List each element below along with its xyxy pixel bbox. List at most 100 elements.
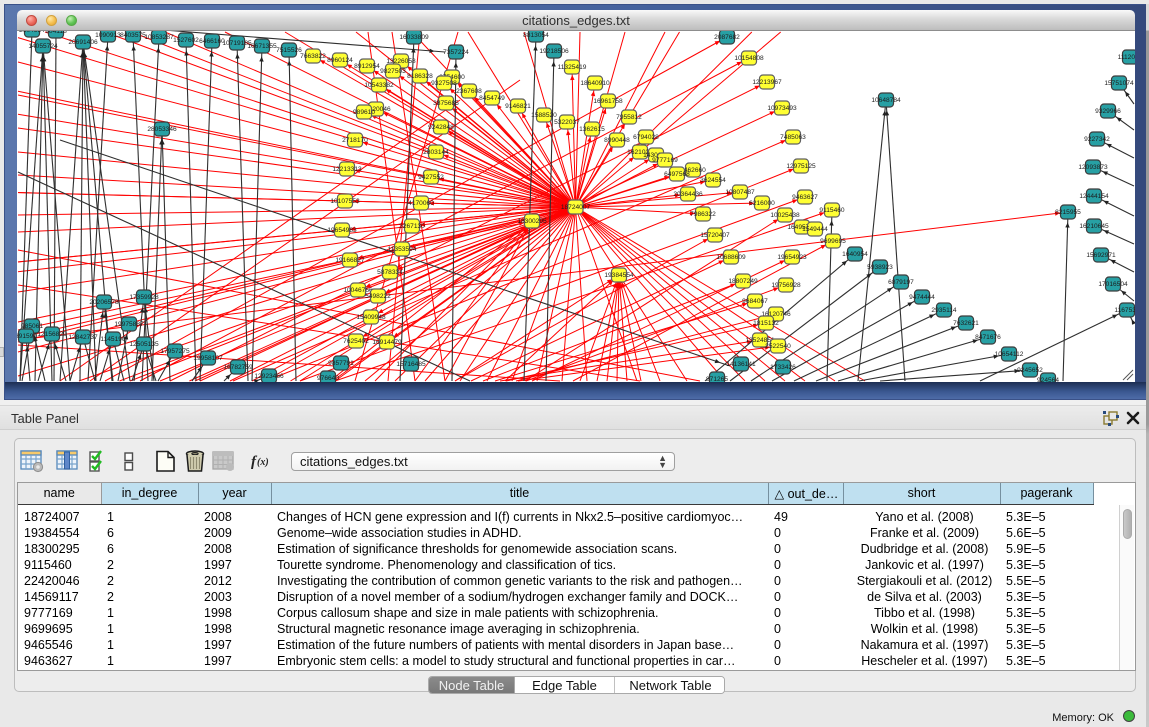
svg-text:9684067: 9684067: [742, 298, 768, 305]
svg-text:8813054: 8813054: [523, 32, 549, 39]
svg-text:7485063: 7485063: [780, 134, 806, 141]
svg-text:15720407: 15720407: [700, 232, 730, 239]
svg-text:7955812: 7955812: [616, 114, 642, 121]
svg-text:20206578: 20206578: [89, 299, 119, 306]
svg-text:9463627: 9463627: [792, 194, 818, 201]
svg-text:2367608: 2367608: [456, 88, 482, 95]
svg-text:16914479: 16914479: [372, 339, 402, 346]
svg-text:2718170: 2718170: [342, 137, 368, 144]
svg-text:18300295: 18300295: [517, 218, 547, 225]
svg-text:2087682: 2087682: [714, 34, 740, 41]
svg-text:19218506: 19218506: [539, 48, 569, 55]
svg-text:9427552: 9427552: [418, 174, 444, 181]
svg-text:15751074: 15751074: [1104, 80, 1134, 87]
svg-text:1640954: 1640954: [842, 251, 868, 258]
svg-text:9227342: 9227342: [1084, 136, 1110, 143]
svg-text:7632621: 7632621: [953, 320, 979, 327]
svg-text:9777169: 9777169: [652, 157, 678, 164]
svg-text:2935114: 2935114: [931, 307, 957, 314]
svg-text:1733426: 1733426: [770, 364, 796, 371]
svg-text:16961758: 16961758: [593, 98, 623, 105]
svg-text:9474444: 9474444: [909, 294, 935, 301]
svg-text:12505135: 12505135: [129, 341, 159, 348]
svg-text:7515526: 7515526: [276, 47, 302, 54]
svg-text:1145190: 1145190: [100, 336, 126, 343]
svg-text:19166827: 19166827: [335, 257, 365, 264]
svg-text:6879197: 6879197: [888, 279, 914, 286]
svg-text:9327508: 9327508: [431, 80, 457, 87]
svg-text:10107553: 10107553: [330, 198, 360, 205]
svg-text:8186328: 8186328: [407, 73, 433, 80]
svg-text:28053346: 28053346: [147, 126, 177, 133]
svg-text:14055724: 14055724: [28, 43, 58, 50]
svg-text:2522540: 2522540: [765, 343, 791, 350]
svg-text:2104554: 2104554: [19, 31, 45, 34]
svg-text:1112028: 1112028: [1118, 54, 1135, 61]
svg-text:5322037: 5322037: [554, 119, 580, 126]
svg-text:12213313: 12213313: [332, 166, 362, 173]
svg-text:10688609: 10688609: [716, 254, 746, 261]
svg-text:2803144: 2803144: [423, 149, 449, 156]
svg-text:12444154: 12444154: [1079, 193, 1109, 200]
svg-text:17957275: 17957275: [160, 348, 190, 355]
svg-text:10807487: 10807487: [725, 189, 755, 196]
svg-text:14136141: 14136141: [726, 361, 756, 368]
svg-text:871265: 871265: [706, 376, 728, 382]
svg-text:904118: 904118: [45, 31, 67, 35]
svg-text:1090913: 1090913: [95, 32, 121, 39]
svg-text:17359928: 17359928: [129, 294, 159, 301]
svg-text:9115460: 9115460: [819, 207, 845, 214]
svg-text:15692971: 15692971: [1086, 252, 1116, 259]
svg-text:7357224: 7357224: [443, 49, 469, 56]
svg-text:5878334: 5878334: [377, 269, 403, 276]
svg-text:18724007: 18724007: [561, 204, 591, 211]
svg-text:8215955: 8215955: [1055, 209, 1081, 216]
svg-text:10654112: 10654112: [995, 351, 1024, 358]
svg-text:16671355: 16671355: [247, 43, 277, 50]
svg-text:8403575: 8403575: [120, 32, 146, 39]
svg-text:3624554: 3624554: [700, 177, 726, 184]
svg-text:6216000: 6216000: [749, 200, 775, 207]
svg-text:11353594: 11353594: [388, 246, 417, 253]
svg-text:17016504: 17016504: [1098, 281, 1128, 288]
svg-text:4170060: 4170060: [408, 200, 434, 207]
svg-text:19958107: 19958107: [193, 355, 223, 362]
svg-text:19756928: 19756928: [771, 282, 801, 289]
svg-text:6497568: 6497568: [664, 171, 690, 178]
svg-text:10648784: 10648784: [871, 97, 901, 104]
svg-text:11325419: 11325419: [558, 64, 587, 71]
svg-text:15409948: 15409948: [356, 314, 386, 321]
svg-text:9329966: 9329966: [1095, 108, 1121, 115]
svg-text:6794028: 6794028: [633, 134, 659, 141]
svg-text:19654923: 19654923: [777, 254, 807, 261]
svg-text:16210645: 16210645: [1079, 223, 1109, 230]
svg-text:3267130: 3267130: [399, 223, 425, 230]
svg-text:19384554: 19384554: [604, 272, 634, 279]
svg-text:7663822: 7663822: [300, 53, 326, 60]
svg-text:1362615: 1362615: [579, 126, 605, 133]
svg-text:989610: 989610: [353, 109, 375, 116]
svg-text:16033809: 16033809: [399, 34, 429, 41]
svg-text:924564: 924564: [1037, 377, 1059, 382]
svg-text:20364436: 20364436: [673, 191, 703, 198]
svg-text:19654983: 19654983: [327, 227, 357, 234]
svg-text:9146821: 9146821: [505, 103, 531, 110]
svg-text:6466160: 6466160: [199, 38, 225, 45]
svg-text:12213967: 12213967: [752, 79, 782, 86]
svg-text:1167533: 1167533: [1114, 307, 1135, 314]
svg-text:10154808: 10154808: [734, 55, 764, 62]
svg-text:8454749: 8454749: [479, 95, 505, 102]
svg-text:9699695: 9699695: [820, 238, 846, 245]
svg-text:12975125: 12975125: [786, 163, 816, 170]
svg-text:10025438: 10025438: [770, 212, 800, 219]
svg-text:9245652: 9245652: [1017, 367, 1043, 374]
svg-text:9827503: 9827503: [380, 68, 406, 75]
svg-text:18640910: 18640910: [580, 80, 610, 87]
svg-text:5498222: 5498222: [365, 293, 391, 300]
svg-text:5938923: 5938923: [867, 264, 893, 271]
svg-text:10853287: 10853287: [144, 34, 174, 41]
svg-text:19975887: 19975887: [114, 321, 144, 328]
svg-text:18807249: 18807249: [728, 278, 758, 285]
svg-text:12923466: 12923466: [254, 373, 284, 380]
svg-text:7625402: 7625402: [343, 338, 369, 345]
